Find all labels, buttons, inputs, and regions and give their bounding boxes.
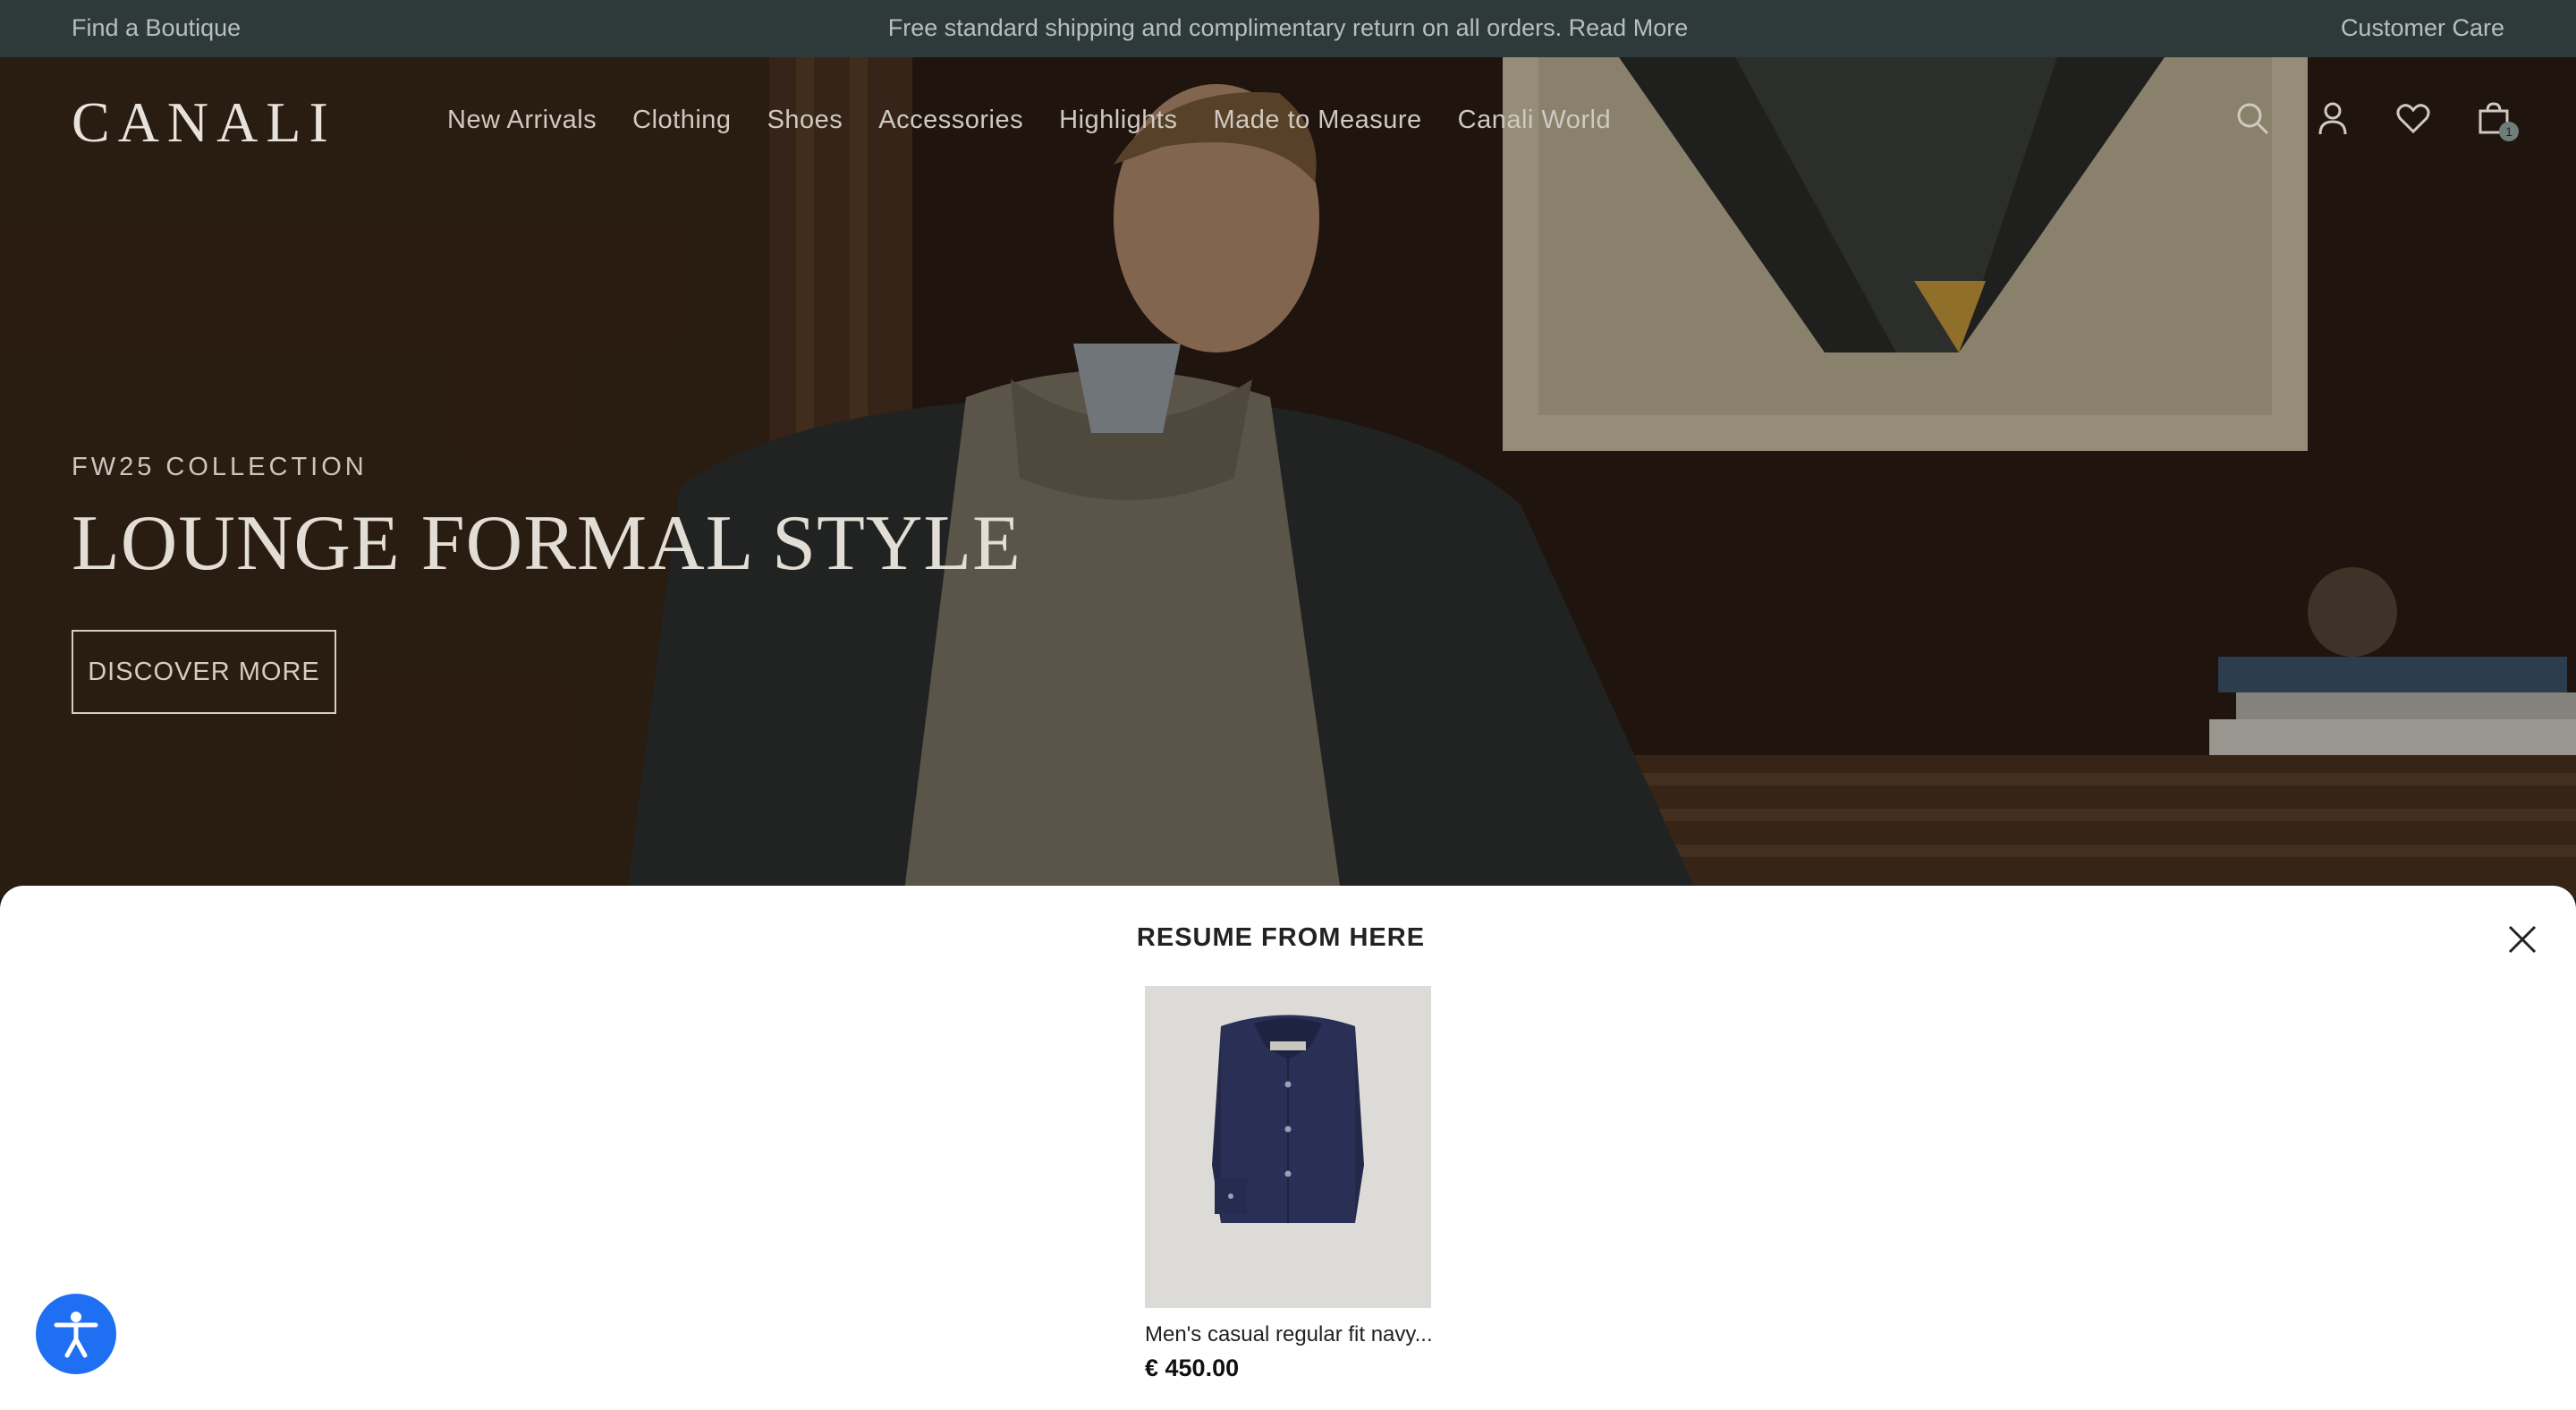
product-price: € 450.00 xyxy=(1145,1355,1240,1381)
resume-panel: RESUME FROM HERE Men's casual regular fi… xyxy=(0,886,2576,1410)
customer-care-link[interactable]: Customer Care xyxy=(2341,14,2504,42)
hero-text: FW25 COLLECTION LOUNGE FORMAL STYLE xyxy=(72,453,1021,589)
product-image[interactable] xyxy=(1145,986,1431,1308)
resume-title: RESUME FROM HERE xyxy=(1136,923,1426,952)
nav-made-to-measure[interactable]: Made to Measure xyxy=(1213,106,1421,135)
hero-eyebrow: FW25 COLLECTION xyxy=(72,453,368,481)
canali-logo[interactable]: CANALI xyxy=(72,89,336,156)
shipping-notice: Free standard shipping and complimentary… xyxy=(0,14,2576,42)
accessibility-icon xyxy=(54,1312,98,1358)
read-more-link[interactable]: Read More xyxy=(1569,14,1689,41)
close-icon[interactable] xyxy=(2504,922,2540,957)
account-icon[interactable] xyxy=(2315,100,2351,136)
product-name[interactable]: Men's casual regular fit navy... xyxy=(1145,1322,1433,1347)
shipping-notice-text: Free standard shipping and complimentary… xyxy=(887,14,1563,41)
header-icons: 1 xyxy=(2234,100,2519,141)
accessibility-button[interactable] xyxy=(36,1294,116,1374)
nav-canali-world[interactable]: Canali World xyxy=(1458,106,1611,135)
bag-count-badge: 1 xyxy=(2499,122,2519,141)
main-nav: New Arrivals Clothing Shoes Accessories … xyxy=(447,106,1611,135)
wishlist-heart-icon[interactable] xyxy=(2395,100,2431,136)
find-boutique-link[interactable]: Find a Boutique xyxy=(72,14,241,42)
search-icon[interactable] xyxy=(2234,100,2270,136)
shopping-bag-icon[interactable]: 1 xyxy=(2476,100,2519,141)
nav-shoes[interactable]: Shoes xyxy=(767,106,843,135)
nav-highlights[interactable]: Highlights xyxy=(1059,106,1177,135)
nav-new-arrivals[interactable]: New Arrivals xyxy=(447,106,597,135)
nav-clothing[interactable]: Clothing xyxy=(632,106,731,135)
discover-more-button[interactable]: DISCOVER MORE xyxy=(72,630,336,714)
site-header: CANALI New Arrivals Clothing Shoes Acces… xyxy=(0,57,2576,183)
hero-headline: LOUNGE FORMAL STYLE xyxy=(72,500,1021,587)
announcement-bar: Find a Boutique Free standard shipping a… xyxy=(0,0,2576,57)
product-card[interactable]: Men's casual regular fit navy... € 450.0… xyxy=(1145,986,1433,1382)
nav-accessories[interactable]: Accessories xyxy=(878,106,1023,135)
